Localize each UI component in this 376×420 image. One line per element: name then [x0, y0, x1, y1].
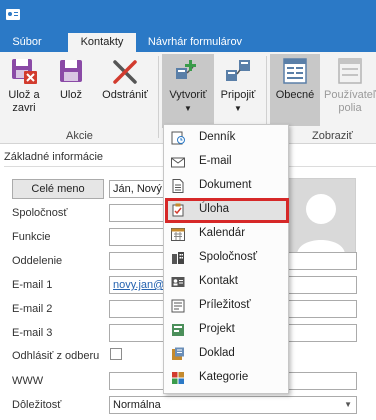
chevron-down-icon: ▼ — [184, 104, 192, 113]
job-title-label: Funkcie — [12, 231, 51, 243]
save-label: Ulož — [59, 89, 82, 101]
create-dropdown-menu: Denník E-mail Dokument Úloha Kalendár Sp… — [163, 124, 289, 394]
delete-label: Odstrániť — [102, 89, 148, 101]
tab-navrhar-formularov[interactable]: Návrhár formulárov — [141, 33, 249, 52]
contact-card-icon — [6, 9, 20, 20]
avatar-placeholder-icon — [297, 194, 345, 255]
importance-select[interactable]: Normálna ▼ — [109, 396, 357, 414]
unsubscribe-label: Odhlásiť z odberu — [12, 350, 100, 362]
delete-button[interactable]: Odstrániť — [96, 56, 154, 102]
section-title: Základné informácie — [4, 151, 104, 163]
menu-item-spolocnost[interactable]: Spoločnosť — [164, 246, 288, 270]
document-icon — [171, 179, 185, 193]
create-icon — [173, 56, 203, 86]
menu-item-dennik[interactable]: Denník — [164, 126, 288, 150]
menu-item-prilezitost[interactable]: Príležitosť — [164, 294, 288, 318]
menu-item-kategorie[interactable]: Kategorie — [164, 366, 288, 390]
menu-item-dokument[interactable]: Dokument — [164, 174, 288, 198]
tab-subor[interactable]: Súbor — [4, 33, 50, 52]
categories-icon — [171, 371, 185, 385]
company-icon — [171, 251, 185, 265]
task-icon — [171, 203, 185, 217]
menu-item-label: Kalendár — [199, 227, 246, 239]
importance-label: Dôležitosť — [12, 399, 62, 411]
group-label-akcie: Akcie — [66, 130, 93, 142]
general-view-button[interactable]: Obecné — [270, 54, 320, 126]
full-name-button[interactable]: Celé meno — [12, 179, 104, 199]
menu-item-label: Spoločnosť — [199, 251, 258, 263]
email1-label: E-mail 1 — [12, 279, 53, 291]
opportunity-icon — [171, 299, 185, 313]
journal-icon — [171, 131, 185, 145]
create-dropdown-button[interactable]: Vytvoriť ▼ — [162, 54, 214, 128]
voucher-icon — [171, 347, 185, 361]
menu-item-kontakt[interactable]: Kontakt — [164, 270, 288, 294]
save-close-icon — [9, 56, 39, 86]
project-icon — [171, 323, 185, 337]
menu-item-label: Úloha — [199, 203, 230, 215]
email1-link[interactable]: novy.jan@ — [113, 279, 164, 291]
general-view-label: Obecné — [275, 89, 315, 101]
ribbon-separator — [158, 56, 159, 138]
menu-item-label: Doklad — [199, 347, 235, 359]
email2-label: E-mail 2 — [12, 303, 53, 315]
user-fields-button[interactable]: Používateľské polia — [324, 56, 376, 115]
save-close-label: Ulož a zavri — [8, 89, 40, 114]
menu-item-email[interactable]: E-mail — [164, 150, 288, 174]
save-close-button[interactable]: Ulož a zavri — [4, 56, 44, 115]
company-label: Spoločnosť — [12, 207, 68, 219]
menu-item-label: Príležitosť — [199, 299, 251, 311]
save-button[interactable]: Ulož — [54, 56, 88, 102]
menu-item-doklad[interactable]: Doklad — [164, 342, 288, 366]
email3-label: E-mail 3 — [12, 327, 53, 339]
user-fields-icon — [335, 56, 365, 86]
menu-item-kalendar[interactable]: Kalendár — [164, 222, 288, 246]
menu-item-label: Denník — [199, 131, 236, 143]
unsubscribe-checkbox[interactable] — [110, 348, 122, 360]
user-fields-label: Používateľské polia — [324, 89, 376, 114]
title-bar — [0, 0, 376, 30]
menu-item-uloha[interactable]: Úloha — [164, 198, 288, 222]
chevron-down-icon: ▼ — [234, 104, 242, 113]
contact-icon — [171, 275, 185, 289]
chevron-down-icon: ▼ — [344, 400, 352, 409]
menu-item-label: Kontakt — [199, 275, 238, 287]
attach-dropdown-button[interactable]: Pripojiť ▼ — [218, 56, 258, 115]
attach-icon — [223, 56, 253, 86]
save-icon — [56, 56, 86, 86]
www-label: WWW — [12, 375, 44, 387]
delete-icon — [110, 56, 140, 86]
menu-item-label: E-mail — [199, 155, 232, 167]
group-label-zobrazit: Zobraziť — [312, 130, 353, 142]
importance-value: Normálna — [113, 399, 161, 411]
calendar-icon — [171, 227, 185, 241]
menu-item-projekt[interactable]: Projekt — [164, 318, 288, 342]
attach-label: Pripojiť — [220, 89, 256, 101]
tab-kontakty[interactable]: Kontakty — [68, 33, 136, 52]
department-label: Oddelenie — [12, 255, 63, 267]
menu-item-label: Kategorie — [199, 371, 249, 383]
menu-item-label: Projekt — [199, 323, 235, 335]
email-icon — [171, 155, 185, 169]
general-view-icon — [280, 56, 310, 86]
menu-item-label: Dokument — [199, 179, 252, 191]
ribbon-tabs: Súbor Kontakty Návrhár formulárov — [0, 30, 376, 52]
create-label: Vytvoriť — [169, 89, 207, 101]
